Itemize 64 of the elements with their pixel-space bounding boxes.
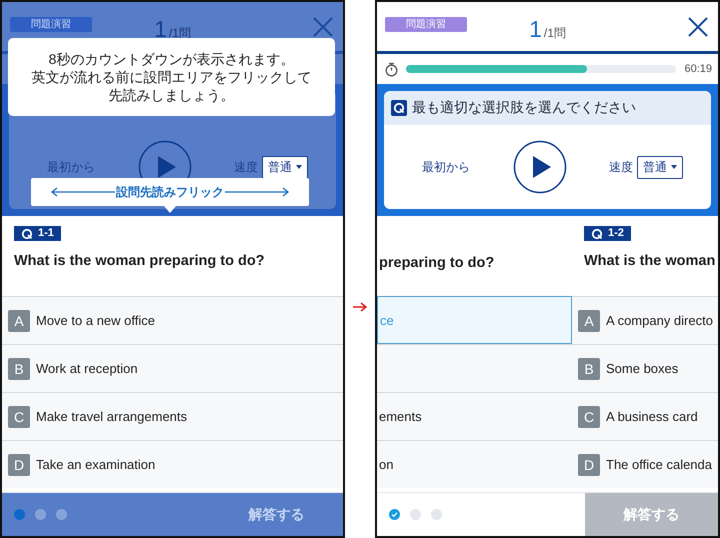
- speed-dropdown[interactable]: 普通: [262, 156, 308, 178]
- right-arrow-icon: [225, 187, 289, 197]
- close-button[interactable]: [688, 16, 708, 36]
- option-letter: D: [578, 454, 600, 476]
- question-counter: 1: [154, 16, 167, 43]
- play-button[interactable]: [512, 140, 566, 194]
- answer-option[interactable]: D The office calenda: [572, 440, 718, 488]
- page-dot[interactable]: [389, 509, 400, 520]
- page-dot[interactable]: [410, 509, 421, 520]
- option-text: The office calenda: [606, 457, 712, 472]
- option-letter: A: [8, 310, 30, 332]
- time-remaining: 60:19: [684, 63, 712, 75]
- option-text: Move to a new office: [36, 313, 155, 328]
- question-text: preparing to do?: [379, 255, 496, 271]
- option-text: ce: [380, 312, 394, 328]
- option-letter: C: [8, 406, 30, 428]
- option-text: Take an examination: [36, 457, 156, 472]
- left-arrow-icon: [51, 187, 115, 197]
- caret-icon: [671, 165, 677, 169]
- tooltip-text: 先読みしましょう。: [108, 86, 234, 104]
- answer-option[interactable]: B Work at reception: [2, 344, 343, 392]
- option-letter: A: [578, 310, 600, 332]
- mode-badge: 問題演習: [385, 17, 467, 32]
- restart-link[interactable]: 最初から: [422, 158, 470, 176]
- instruction-title: 最も適切な選択肢を選んでください: [412, 99, 636, 117]
- answer-option[interactable]: C A business card: [572, 392, 718, 440]
- answer-option[interactable]: A Move to a new office: [2, 296, 343, 344]
- mode-badge: 問題演習: [10, 17, 92, 32]
- option-text: Make travel arrangements: [36, 409, 188, 424]
- speed-label: 速度: [609, 158, 633, 176]
- arrow-icon: [353, 302, 367, 312]
- question-number-badge: 1-1: [14, 226, 61, 241]
- question-total: /1問: [168, 25, 191, 42]
- flick-hint-label: 設問先読みフリック: [116, 184, 224, 200]
- tooltip-text: 英文が流れる前に設問エリアをフリックして: [32, 68, 312, 86]
- option-text: A company directo: [606, 313, 713, 328]
- tooltip-text: 8秒のカウントダウンが表示されます。: [48, 50, 294, 68]
- option-letter: B: [578, 358, 600, 380]
- option-text: ements: [379, 409, 422, 424]
- page-dot[interactable]: [431, 509, 442, 520]
- speed-label: 速度: [234, 158, 258, 176]
- stopwatch-icon: [385, 62, 398, 76]
- question-total: /1問: [544, 25, 566, 42]
- option-text: Work at reception: [36, 361, 138, 376]
- option-letter: D: [8, 454, 30, 476]
- caret-icon: [296, 165, 302, 169]
- answer-option[interactable]: [377, 344, 572, 392]
- question-text: What is the woman preparing to do?: [14, 252, 266, 268]
- answer-option[interactable]: B Some boxes: [572, 344, 718, 392]
- answer-option[interactable]: ements: [377, 392, 572, 440]
- option-letter: C: [578, 406, 600, 428]
- option-letter: B: [8, 358, 30, 380]
- magnifier-icon: [391, 100, 407, 116]
- answer-option[interactable]: on: [377, 440, 572, 488]
- answer-option[interactable]: C Make travel arrangements: [2, 392, 343, 440]
- question-counter: 1: [529, 16, 542, 43]
- option-text: on: [379, 457, 394, 472]
- answer-option[interactable]: D Take an examination: [2, 440, 343, 488]
- answer-option[interactable]: A A company directo: [572, 296, 718, 344]
- option-text: Some boxes: [606, 361, 678, 376]
- speed-dropdown[interactable]: 普通: [637, 156, 683, 178]
- question-text: What is the woman: [584, 252, 716, 268]
- option-text: A business card: [606, 409, 698, 424]
- question-number-badge: 1-2: [584, 226, 631, 241]
